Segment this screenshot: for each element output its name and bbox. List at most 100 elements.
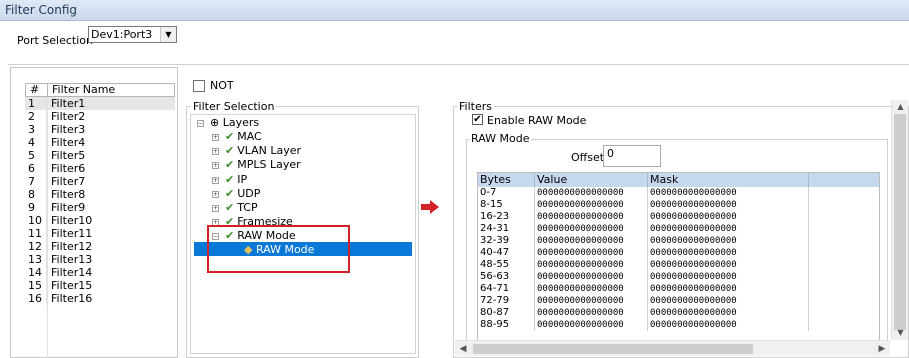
raw-grid-row[interactable]: 8-15 0000000000000000 0000000000000000 <box>478 199 879 211</box>
value-cell[interactable]: 0000000000000000 <box>535 247 648 259</box>
offset-input[interactable]: 0 <box>603 145 661 167</box>
filter-number: 8 <box>25 188 47 201</box>
mask-cell[interactable]: 0000000000000000 <box>648 187 809 199</box>
mask-cell[interactable]: 0000000000000000 <box>648 319 809 331</box>
port-selection-dropdown[interactable]: Dev1:Port3 ▼ <box>88 26 177 43</box>
column-divider <box>47 98 48 358</box>
tree-node-label: VLAN Layer <box>237 144 302 158</box>
expand-icon[interactable]: + <box>212 205 219 212</box>
empty-cell <box>809 235 879 247</box>
tree-node-vlan-layer[interactable]: + ✔ VLAN Layer <box>212 144 301 157</box>
raw-grid-row[interactable]: 56-63 0000000000000000 0000000000000000 <box>478 271 879 283</box>
raw-grid-row[interactable]: 16-23 0000000000000000 0000000000000000 <box>478 211 879 223</box>
raw-grid-row[interactable]: 0-7 0000000000000000 0000000000000000 <box>478 187 879 199</box>
empty-cell <box>809 247 879 259</box>
filters-title: Filters <box>457 100 494 113</box>
mask-cell[interactable]: 0000000000000000 <box>648 271 809 283</box>
mask-cell[interactable]: 0000000000000000 <box>648 307 809 319</box>
horizontal-scroll-thumb[interactable] <box>473 344 753 354</box>
horizontal-scrollbar[interactable]: ◀ ▶ <box>455 340 890 356</box>
tree-node-label: Layers <box>222 116 260 129</box>
value-cell[interactable]: 0000000000000000 <box>535 235 648 247</box>
column-header-number[interactable]: # <box>26 84 48 96</box>
value-cell[interactable]: 0000000000000000 <box>535 295 648 307</box>
filter-name: Filter2 <box>51 110 86 123</box>
value-cell[interactable]: 0000000000000000 <box>535 319 648 331</box>
scroll-down-icon[interactable]: ▼ <box>892 326 909 340</box>
empty-cell <box>809 271 879 283</box>
mask-cell[interactable]: 0000000000000000 <box>648 211 809 223</box>
tree-node-mac[interactable]: + ✔ MAC <box>212 130 262 143</box>
raw-grid-row[interactable]: 24-31 0000000000000000 0000000000000000 <box>478 223 879 235</box>
mask-cell[interactable]: 0000000000000000 <box>648 247 809 259</box>
mask-cell[interactable]: 0000000000000000 <box>648 235 809 247</box>
raw-mode-group-title: RAW Mode <box>469 132 532 145</box>
check-icon: ✔ <box>225 130 235 143</box>
separator <box>8 64 909 65</box>
collapse-icon[interactable]: − <box>197 120 204 127</box>
tree-node-label: UDP <box>237 186 261 200</box>
scroll-up-icon[interactable]: ▲ <box>892 100 909 114</box>
value-cell[interactable]: 0000000000000000 <box>535 211 648 223</box>
mask-cell[interactable]: 0000000000000000 <box>648 283 809 295</box>
filter-number: 9 <box>25 201 47 214</box>
filter-name: Filter7 <box>51 175 86 188</box>
value-cell[interactable]: 0000000000000000 <box>535 223 648 235</box>
filter-number: 12 <box>25 240 47 253</box>
expand-icon[interactable]: + <box>212 134 219 141</box>
filter-number: 11 <box>25 227 47 240</box>
raw-grid-header: Bytes Value Mask <box>478 173 879 187</box>
tree-node-label: IP <box>237 172 248 186</box>
raw-grid-row[interactable]: 64-71 0000000000000000 0000000000000000 <box>478 283 879 295</box>
filter-number: 16 <box>25 292 47 305</box>
value-cell[interactable]: 0000000000000000 <box>535 199 648 211</box>
right-arrow-icon <box>421 200 439 214</box>
column-header-bytes[interactable]: Bytes <box>478 173 535 187</box>
not-checkbox[interactable] <box>193 80 205 92</box>
filter-name: Filter13 <box>51 253 93 266</box>
tree-node-label: MAC <box>237 130 262 143</box>
dropdown-arrow-icon[interactable]: ▼ <box>160 27 176 42</box>
column-header-mask[interactable]: Mask <box>648 173 809 187</box>
filter-name: Filter14 <box>51 266 93 279</box>
expand-icon[interactable]: + <box>212 148 219 156</box>
filter-selection-title: Filter Selection <box>191 100 277 113</box>
column-header-filter-name[interactable]: Filter Name <box>48 84 174 96</box>
raw-grid-row[interactable]: 72-79 0000000000000000 0000000000000000 <box>478 295 879 307</box>
mask-cell[interactable]: 0000000000000000 <box>648 199 809 211</box>
filter-name: Filter15 <box>51 279 93 292</box>
raw-grid-row[interactable]: 80-87 0000000000000000 0000000000000000 <box>478 307 879 319</box>
tree-node-udp[interactable]: + ✔ UDP <box>212 187 260 200</box>
mask-cell[interactable]: 0000000000000000 <box>648 223 809 235</box>
vertical-scroll-thumb[interactable] <box>894 114 906 330</box>
expand-icon[interactable]: + <box>212 190 219 198</box>
tree-node-tcp[interactable]: + ✔ TCP <box>212 201 258 214</box>
raw-grid-row[interactable]: 40-47 0000000000000000 0000000000000000 <box>478 247 879 259</box>
scroll-left-icon[interactable]: ◀ <box>455 342 471 356</box>
empty-cell <box>809 187 879 199</box>
value-cell[interactable]: 0000000000000000 <box>535 187 648 199</box>
raw-grid-row[interactable]: 48-55 0000000000000000 0000000000000000 <box>478 259 879 271</box>
value-cell[interactable]: 0000000000000000 <box>535 307 648 319</box>
filter-number: 14 <box>25 266 47 279</box>
bytes-cell: 56-63 <box>478 271 535 283</box>
bytes-cell: 48-55 <box>478 259 535 271</box>
vertical-scrollbar[interactable]: ▲ ▼ <box>891 100 908 340</box>
filter-name: Filter11 <box>51 227 93 240</box>
expand-icon[interactable]: + <box>212 162 219 170</box>
value-cell[interactable]: 0000000000000000 <box>535 283 648 295</box>
enable-raw-mode-checkbox[interactable]: ✔ <box>472 114 483 125</box>
value-cell[interactable]: 0000000000000000 <box>535 259 648 271</box>
mask-cell[interactable]: 0000000000000000 <box>648 295 809 307</box>
tree-node-ip[interactable]: + ✔ IP <box>212 173 247 186</box>
bytes-cell: 40-47 <box>478 247 535 259</box>
raw-grid-row[interactable]: 88-95 0000000000000000 0000000000000000 <box>478 319 879 331</box>
raw-grid-row[interactable]: 32-39 0000000000000000 0000000000000000 <box>478 235 879 247</box>
column-header-value[interactable]: Value <box>535 173 648 187</box>
value-cell[interactable]: 0000000000000000 <box>535 271 648 283</box>
tree-node-mpls-layer[interactable]: + ✔ MPLS Layer <box>212 158 301 171</box>
expand-icon[interactable]: + <box>212 176 219 184</box>
tree-node-layers[interactable]: − ⊕ Layers <box>197 116 259 129</box>
scroll-right-icon[interactable]: ▶ <box>874 342 890 356</box>
mask-cell[interactable]: 0000000000000000 <box>648 259 809 271</box>
